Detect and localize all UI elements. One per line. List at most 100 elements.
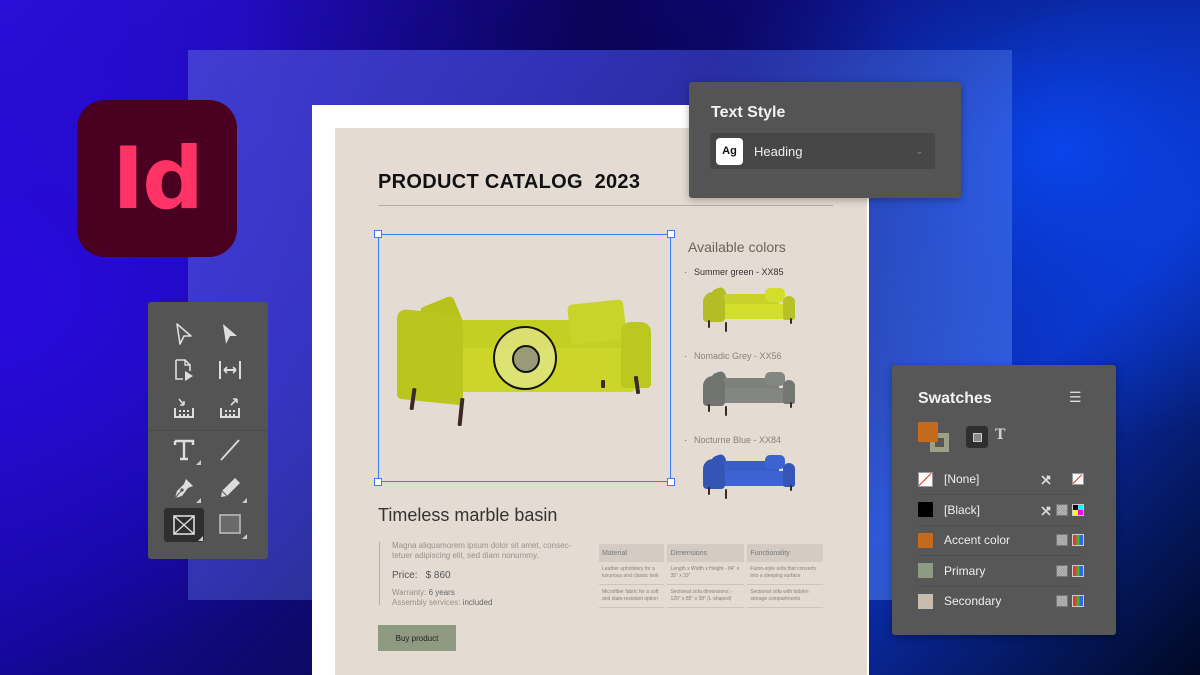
assembly-value: included: [462, 598, 493, 607]
spec-header-material: Material: [599, 544, 665, 562]
swatch-chip: [918, 532, 933, 548]
direct-selection-tool[interactable]: [212, 318, 248, 350]
swatch-name: [Black]: [944, 502, 981, 517]
rectangle-frame-tool[interactable]: [164, 508, 204, 542]
text-style-dropdown[interactable]: Ag Heading ⌄: [710, 133, 935, 169]
swatch-row[interactable]: Primary: [918, 559, 1084, 583]
swatches-panel: Swatches ☰ T [None] [Black] Accent color Pr…: [892, 365, 1116, 635]
line-tool[interactable]: [212, 434, 248, 466]
none-mode-icon: [1072, 473, 1084, 485]
container-icon: [972, 432, 982, 442]
process-color-icon: [1056, 595, 1068, 607]
logo-text: Id: [112, 128, 204, 229]
buy-product-button[interactable]: Buy product: [378, 625, 456, 651]
indesign-logo: Id: [77, 100, 237, 257]
selected-style: Heading: [754, 143, 803, 159]
resize-handle-ne[interactable]: [667, 230, 675, 238]
swatch-divider: [918, 555, 1082, 556]
spec-header-functionality: Functionality: [747, 544, 823, 562]
content-collector-icon: [174, 398, 194, 418]
assembly-label: Assembly services:: [392, 598, 461, 607]
swatch-row[interactable]: [Black]: [918, 498, 1084, 522]
swatch-row[interactable]: [None]: [918, 467, 1084, 491]
description-rule: [379, 542, 380, 605]
background-shade: [0, 0, 1200, 50]
resize-handle-nw[interactable]: [374, 230, 382, 238]
direct-selection-arrow-icon: [223, 324, 237, 344]
selection-tool[interactable]: [166, 318, 202, 350]
color-option-label: · Nocturne Blue - XX84: [684, 435, 782, 445]
swatch-name: Accent color: [944, 533, 1011, 547]
selected-image-frame[interactable]: [374, 230, 675, 486]
pencil-tool[interactable]: [212, 472, 248, 504]
table-cell: Sectional sofa dimensions: - 120" x 85" …: [667, 585, 745, 608]
warranty-value: 6 years: [428, 588, 455, 597]
pen-tool[interactable]: [166, 472, 202, 504]
rectangle-tool[interactable]: [212, 508, 248, 540]
price-label: Price:: [392, 570, 418, 581]
content-collector-tool[interactable]: [166, 392, 202, 424]
page-tool[interactable]: [166, 354, 202, 386]
swatch-name: Primary: [944, 563, 986, 578]
table-row: Leather upholstery for a luxurious and c…: [599, 562, 823, 585]
submenu-indicator: [242, 498, 247, 503]
type-icon: [173, 439, 195, 461]
gap-tool[interactable]: [212, 354, 248, 386]
rgb-mode-icon: [1072, 564, 1084, 577]
price: Price: $ 860: [392, 570, 451, 581]
resize-handle-se[interactable]: [667, 478, 675, 486]
swatch-row[interactable]: Accent color: [918, 528, 1084, 552]
resize-handle-sw[interactable]: [374, 478, 382, 486]
type-tool[interactable]: [166, 434, 202, 466]
sofa-thumbnail[interactable]: [703, 453, 795, 499]
table-cell: Futon-style sofa that converts into a sl…: [747, 562, 823, 585]
spec-table-header: Material Dimensions Functionality: [599, 544, 823, 562]
content-placer-tool[interactable]: [212, 392, 248, 424]
tools-divider: [148, 430, 268, 431]
rectangle-frame-icon: [173, 515, 195, 535]
color-option-label: · Nomadic Grey - XX56: [684, 351, 782, 361]
submenu-indicator: [196, 498, 201, 503]
page-tool-icon: [175, 359, 193, 381]
assembly-services: Assembly services: included: [392, 598, 493, 607]
swatch-row[interactable]: Secondary: [918, 589, 1084, 613]
selection-arrow-icon: [176, 323, 192, 345]
warranty-label: Warranty:: [392, 588, 427, 597]
gap-tool-icon: [219, 361, 241, 379]
available-colors-heading: Available colors: [688, 239, 786, 255]
price-value: $ 860: [425, 570, 451, 581]
sofa-thumbnail[interactable]: [703, 286, 795, 332]
submenu-indicator: [196, 460, 201, 465]
submenu-indicator: [242, 534, 247, 539]
catalog-title[interactable]: PRODUCT CATALOG 2023: [378, 171, 640, 194]
cannot-edit-icon: [1040, 504, 1052, 516]
chevron-down-icon: ⌄: [915, 145, 923, 156]
warranty: Warranty: 6 years: [392, 588, 455, 597]
table-cell: Leather upholstery for a luxurious and c…: [599, 562, 665, 585]
rgb-mode-icon: [1072, 595, 1084, 607]
panel-menu-icon[interactable]: ☰: [1069, 389, 1082, 406]
table-row: Microfiber fabric for a soft and stain-r…: [599, 585, 823, 608]
content-placer-icon: [220, 398, 240, 418]
product-description: Magna aliquamorem ipsum dolor sit amet, …: [392, 541, 572, 560]
spec-table: Material Dimensions Functionality Leathe…: [596, 544, 826, 608]
swatch-divider: [918, 524, 1082, 526]
table-cell: Microfiber fabric for a soft and stain-r…: [599, 585, 665, 608]
style-preview-icon: Ag: [716, 137, 743, 165]
rectangle-icon: [219, 514, 241, 534]
formatting-affects-container-button[interactable]: [966, 426, 988, 448]
cmyk-mode-icon: [1072, 503, 1084, 516]
submenu-indicator: [198, 536, 203, 541]
cannot-edit-icon: [1040, 473, 1052, 485]
swatch-divider: [918, 585, 1082, 587]
rgb-mode-icon: [1072, 534, 1084, 546]
product-name[interactable]: Timeless marble basin: [378, 505, 557, 526]
process-color-icon: [1056, 564, 1068, 577]
sofa-thumbnail[interactable]: [703, 370, 795, 416]
formatting-affects-text-button[interactable]: T: [995, 427, 1005, 443]
swatch-divider: [918, 494, 1082, 495]
color-option-label: · Summer green - XX85: [684, 267, 784, 277]
table-cell: Sectional sofa with hidden storage compa…: [747, 585, 823, 608]
pencil-icon: [221, 478, 240, 497]
fill-color-box[interactable]: [918, 422, 938, 442]
